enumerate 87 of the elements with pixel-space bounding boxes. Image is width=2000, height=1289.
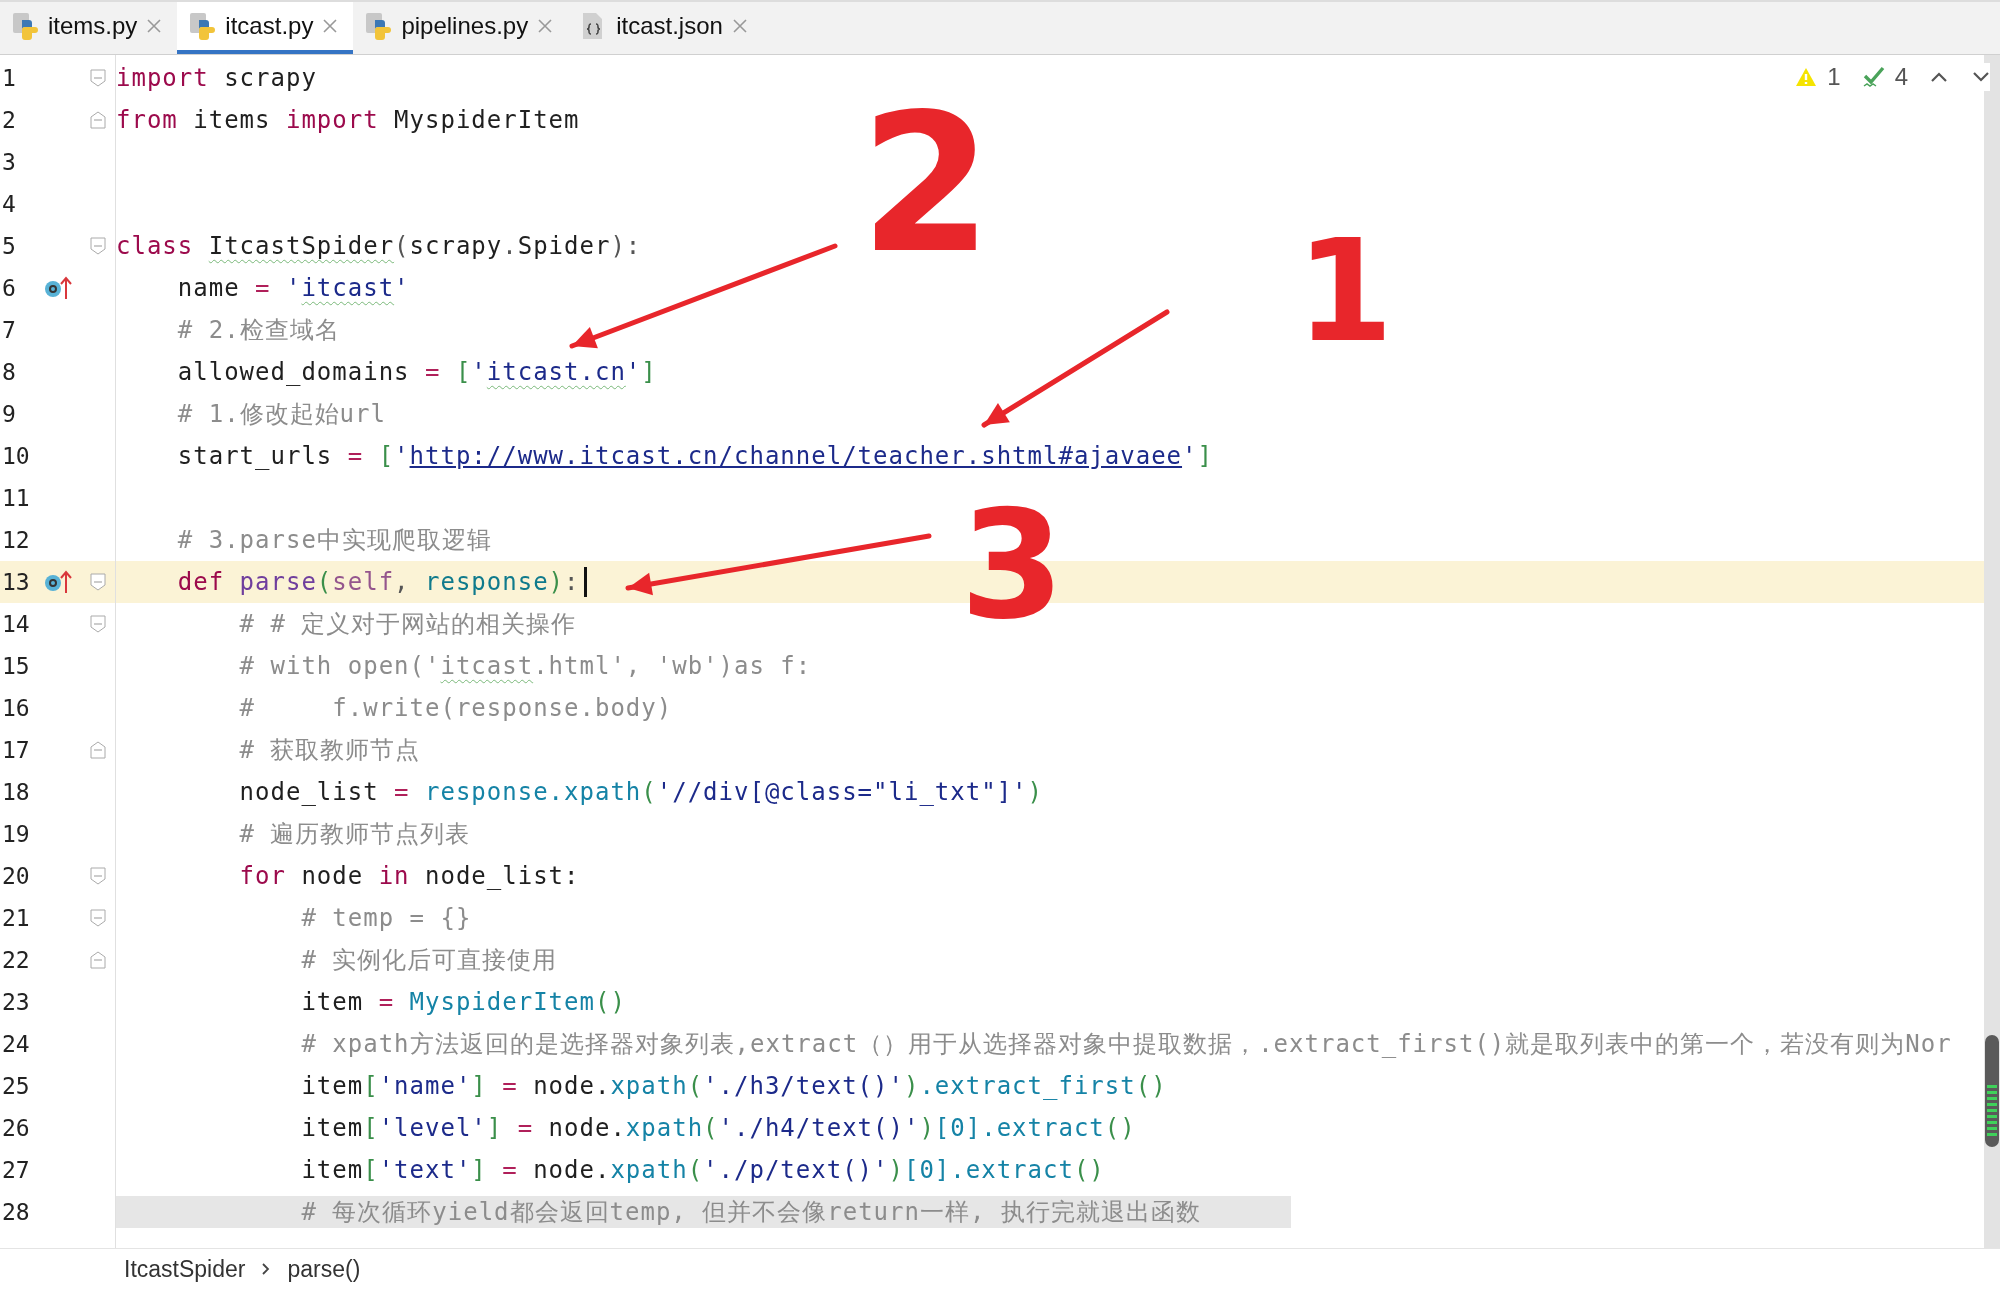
code-line: # f.write(response.body) xyxy=(238,694,673,722)
fold-icon[interactable] xyxy=(90,615,106,633)
line-number: 5 xyxy=(1,233,17,259)
override-marker-icon[interactable] xyxy=(44,275,72,301)
breadcrumb-item[interactable]: ItcastSpider xyxy=(124,1255,246,1283)
code-line: def parse(self, response): xyxy=(176,568,580,596)
check-count[interactable]: 4 xyxy=(1894,63,1908,91)
fold-icon[interactable] xyxy=(90,573,106,591)
code-line: # # 定义对于网站的相关操作 xyxy=(238,609,577,640)
line-number: 25 xyxy=(1,1073,31,1099)
line-number: 21 xyxy=(1,905,31,931)
fold-icon[interactable] xyxy=(90,867,106,885)
line-number: 4 xyxy=(1,191,17,217)
code-line: name = 'itcast' xyxy=(176,274,410,302)
handwritten-number: 3 xyxy=(960,490,1065,640)
line-number: 18 xyxy=(1,779,31,805)
fold-icon[interactable] xyxy=(90,909,106,927)
line-number: 2 xyxy=(1,107,17,133)
code-line: # 3.parse中实现爬取逻辑 xyxy=(176,525,492,556)
code-line: # with open('itcast.html', 'wb')as f: xyxy=(238,652,812,680)
python-file-icon xyxy=(365,12,392,40)
code-line: item = MyspiderItem() xyxy=(300,988,626,1016)
line-number: 23 xyxy=(1,989,31,1015)
line-number: 15 xyxy=(1,653,31,679)
editor-tab[interactable]: itcast.py xyxy=(177,2,354,54)
check-icon[interactable] xyxy=(1862,66,1885,88)
close-icon[interactable] xyxy=(538,19,553,33)
fold-icon[interactable] xyxy=(90,741,106,759)
fold-icon[interactable] xyxy=(90,69,106,87)
code-line: # xpath方法返回的是选择器对象列表,extract（）用于从选择器对象中提取数据，.extract_first()就是取列表中的第一个，若没有则为Nor xyxy=(300,1029,1952,1060)
text-caret xyxy=(583,567,587,597)
chevron-up-icon[interactable] xyxy=(1930,71,1948,83)
code-line: node_list = response.xpath('//div[@class="li_txt"]') xyxy=(238,778,1043,806)
handwritten-number: 2 xyxy=(860,90,993,280)
line-number: 3 xyxy=(1,149,17,175)
line-number: 22 xyxy=(1,947,31,973)
close-icon[interactable] xyxy=(732,19,747,33)
line-number: 6 xyxy=(1,275,17,301)
code-line: for node in node_list: xyxy=(238,862,580,890)
line-number: 19 xyxy=(1,821,31,847)
fold-icon[interactable] xyxy=(90,237,106,255)
line-number: 13 xyxy=(1,569,31,595)
line-number: 27 xyxy=(1,1157,31,1183)
line-number: 14 xyxy=(1,611,31,637)
line-number: 12 xyxy=(1,527,31,553)
line-number: 24 xyxy=(1,1031,31,1057)
line-number: 10 xyxy=(1,443,31,469)
editor-tab[interactable]: itcast.json xyxy=(568,2,763,54)
code-line: # 实例化后可直接使用 xyxy=(300,945,558,976)
breadcrumb-item[interactable]: parse() xyxy=(287,1255,361,1283)
close-icon[interactable] xyxy=(147,19,162,33)
line-number: 9 xyxy=(1,401,17,427)
line-number: 26 xyxy=(1,1115,31,1141)
warning-icon[interactable] xyxy=(1795,67,1818,87)
code-line: allowed_domains = ['itcast.cn'] xyxy=(176,358,657,386)
override-marker-icon[interactable] xyxy=(44,569,72,595)
editor-tab[interactable]: pipelines.py xyxy=(353,2,569,54)
python-file-icon xyxy=(12,12,38,40)
code-line: # 2.检查域名 xyxy=(176,315,340,346)
code-line: item['text'] = node.xpath('./p/text()')[0].extract() xyxy=(300,1156,1105,1184)
code-line: import scrapy xyxy=(116,64,317,92)
editor-tab[interactable]: items.py xyxy=(0,2,178,54)
chevron-down-icon[interactable] xyxy=(1972,71,1990,83)
code-line: from items import MyspiderItem xyxy=(116,106,580,134)
line-number: 11 xyxy=(1,485,31,511)
fold-icon[interactable] xyxy=(90,951,106,969)
warning-count[interactable]: 1 xyxy=(1827,63,1841,91)
line-number: 7 xyxy=(1,317,17,343)
python-file-icon xyxy=(189,12,216,40)
line-number: 1 xyxy=(1,65,17,91)
code-line: # temp = {} xyxy=(300,904,472,932)
code-line: # 获取教师节点 xyxy=(238,735,421,766)
close-icon[interactable] xyxy=(323,19,338,33)
fold-icon[interactable] xyxy=(90,111,106,129)
line-number: 20 xyxy=(1,863,31,889)
line-number: 16 xyxy=(1,695,31,721)
handwritten-number: 1 xyxy=(1296,222,1394,362)
code-line: # 1.修改起始url xyxy=(176,399,386,430)
code-line: start_urls = ['http://www.itcast.cn/channel/teacher.shtml#ajavaee'] xyxy=(176,442,1213,470)
code-line: item['level'] = node.xpath('./h4/text()')[0].extract() xyxy=(300,1114,1136,1142)
line-number: 17 xyxy=(1,737,31,763)
code-line: # 遍历教师节点列表 xyxy=(238,819,471,850)
chevron-right-icon xyxy=(261,1262,272,1276)
line-number: 8 xyxy=(1,359,17,385)
code-line: item['name'] = node.xpath('./h3/text()').extract_first() xyxy=(300,1072,1167,1100)
line-number: 28 xyxy=(1,1199,31,1225)
code-line: class ItcastSpider(scrapy.Spider): xyxy=(116,232,642,260)
